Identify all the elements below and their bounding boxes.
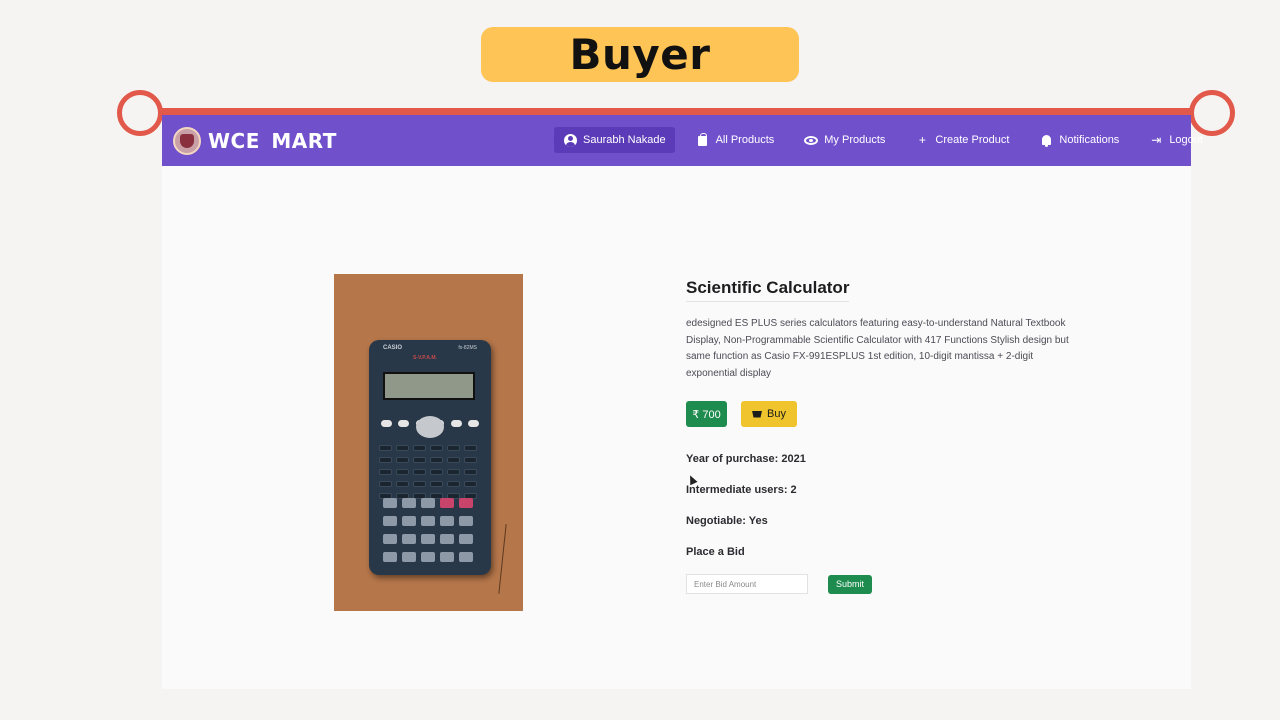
bag-icon xyxy=(696,133,710,147)
calculator-sub-text: S-V.P.A.M. xyxy=(413,355,437,361)
nav-item-label: Notifications xyxy=(1059,134,1120,146)
product-title: Scientific Calculator xyxy=(686,278,850,302)
cable-line xyxy=(498,523,510,595)
price-badge: ₹ 700 xyxy=(686,401,727,427)
nav-item-all-products[interactable]: All Products xyxy=(687,127,784,153)
buyer-banner: Buyer xyxy=(481,27,799,82)
user-icon xyxy=(563,133,577,147)
place-bid-heading: Place a Bid xyxy=(686,546,745,558)
brand[interactable]: WCE MART xyxy=(173,126,337,155)
calculator-number-keys xyxy=(383,498,479,562)
product-description: edesigned ES PLUS series calculators fea… xyxy=(686,318,1069,379)
brand-name: WCE MART xyxy=(208,128,337,153)
bracket-line xyxy=(140,108,1213,115)
eye-icon xyxy=(804,133,819,147)
year-of-purchase: Year of purchase: 2021 xyxy=(686,453,806,465)
nav-item-label: Create Product xyxy=(935,134,1010,146)
bid-form: Submit xyxy=(686,574,1086,594)
product-details: Scientific Calculator edesigned ES PLUS … xyxy=(686,278,1086,594)
nav-item-label: My Products xyxy=(824,134,886,146)
nav-item-logout[interactable]: ⇥ Logout xyxy=(1140,127,1212,153)
cart-icon xyxy=(752,410,763,418)
calculator-screen xyxy=(383,372,475,400)
nav-item-create-product[interactable]: + Create Product xyxy=(906,127,1018,153)
calculator-model-text: fx-82MS xyxy=(458,345,477,351)
nav-item-label: Logout xyxy=(1169,134,1203,146)
submit-bid-button[interactable]: Submit xyxy=(828,574,872,594)
intermediate-users: Intermediate users: 2 xyxy=(686,484,797,496)
college-logo-icon xyxy=(173,126,201,155)
app-window: WCE MART Saurabh Nakade All Products My … xyxy=(162,115,1203,689)
buy-button[interactable]: Buy xyxy=(741,401,797,427)
buy-button-label: Buy xyxy=(767,408,786,420)
calculator-brand-text: CASIO xyxy=(383,345,403,351)
nav-item-notifications[interactable]: Notifications xyxy=(1030,127,1128,153)
calculator-function-keys xyxy=(379,445,481,499)
bid-amount-input[interactable] xyxy=(686,574,808,594)
logout-icon: ⇥ xyxy=(1151,133,1162,147)
bracket-circle-left xyxy=(117,90,163,136)
nav-menu: Saurabh Nakade All Products My Products … xyxy=(554,127,1224,153)
bell-icon xyxy=(1039,133,1053,147)
calculator-illustration: CASIO fx-82MS S-V.P.A.M. xyxy=(369,340,491,575)
nav-item-profile[interactable]: Saurabh Nakade xyxy=(554,127,675,153)
nav-item-my-products[interactable]: My Products xyxy=(795,127,894,153)
plus-icon: + xyxy=(918,133,926,147)
product-image: CASIO fx-82MS S-V.P.A.M. xyxy=(334,274,523,611)
navbar: WCE MART Saurabh Nakade All Products My … xyxy=(162,115,1203,166)
product-actions: ₹ 700 Buy xyxy=(686,401,1086,427)
nav-item-label: Saurabh Nakade xyxy=(583,134,666,146)
negotiable: Negotiable: Yes xyxy=(686,515,768,527)
nav-item-label: All Products xyxy=(715,134,775,146)
calculator-nav-pad xyxy=(416,416,444,438)
